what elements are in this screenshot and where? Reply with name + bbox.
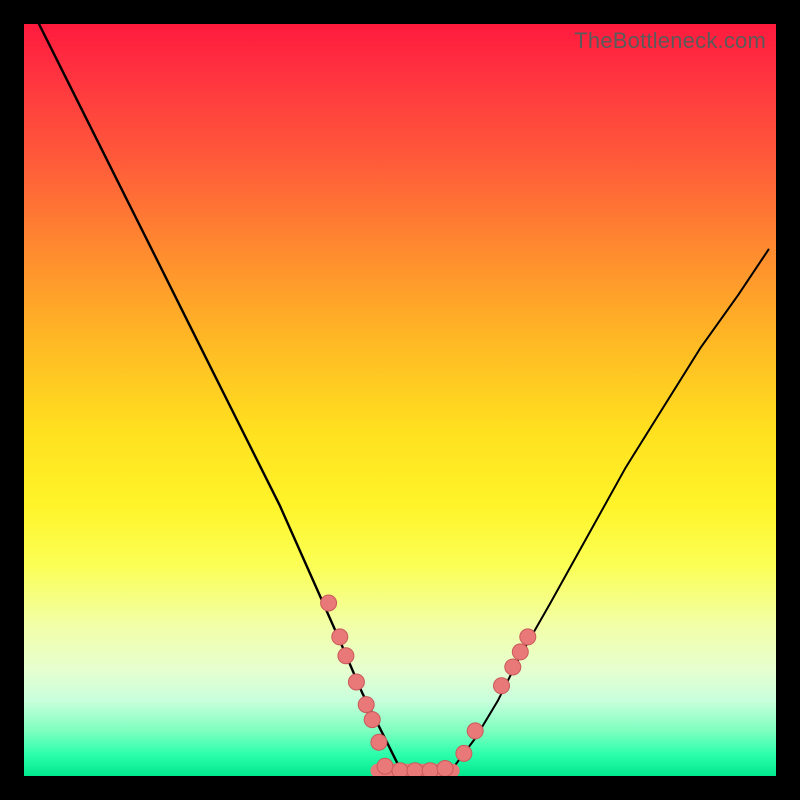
data-point [494,678,510,694]
data-point [520,629,536,645]
data-point [456,745,472,761]
data-point [407,763,423,776]
data-point [338,648,354,664]
data-point [358,697,374,713]
plot-area: TheBottleneck.com [24,24,776,776]
outer-frame: TheBottleneck.com [0,0,800,800]
data-point [371,734,387,750]
data-point [467,723,483,739]
data-point [512,644,528,660]
data-point [505,659,521,675]
data-point [377,758,393,774]
data-point [348,674,364,690]
data-point [364,712,380,728]
watermark-text: TheBottleneck.com [574,28,766,54]
data-point [437,761,453,777]
data-point [392,763,408,776]
data-point [321,595,337,611]
data-point [422,763,438,776]
data-point [332,629,348,645]
chart-svg [24,24,776,776]
